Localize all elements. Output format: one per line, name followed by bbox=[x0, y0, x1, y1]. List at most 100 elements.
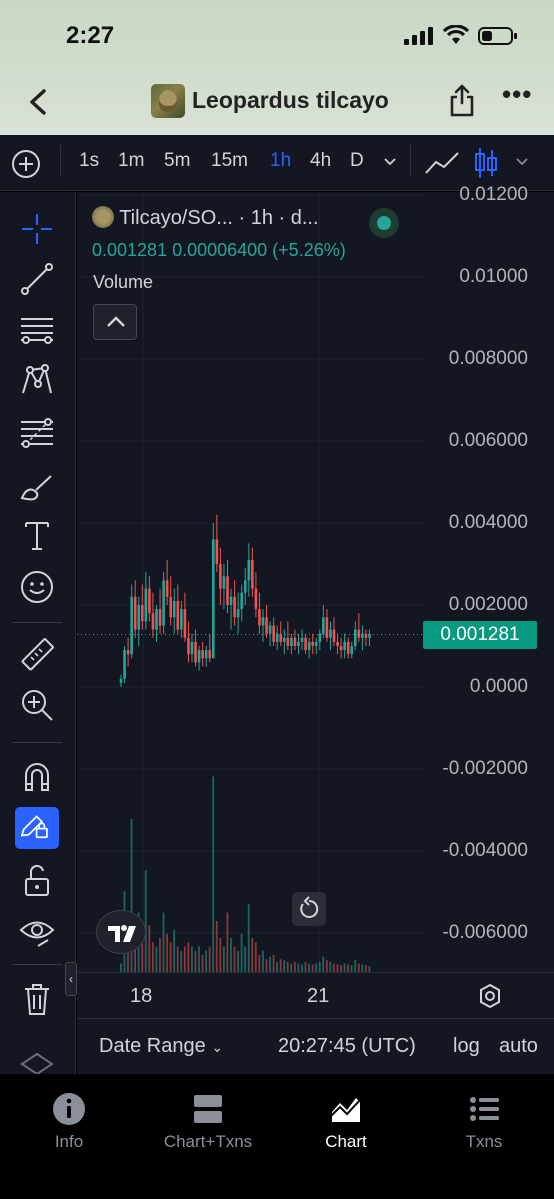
volume-bar bbox=[350, 965, 353, 972]
tab-chart-txns[interactable]: Chart+Txns bbox=[148, 1092, 268, 1152]
chevron-down-icon[interactable] bbox=[515, 156, 529, 168]
time-tick: 21 bbox=[307, 985, 330, 1007]
volume-legend[interactable]: Volume bbox=[93, 272, 153, 293]
volume-bar bbox=[262, 950, 264, 972]
volume-bar bbox=[258, 955, 261, 972]
date-range-button[interactable]: Date Range ⌄ bbox=[99, 1035, 223, 1058]
volume-bar bbox=[318, 961, 321, 972]
candle-body bbox=[201, 650, 204, 659]
page-title: Leopardus tilcayo bbox=[192, 87, 389, 113]
volume-bar bbox=[226, 912, 229, 972]
share-icon[interactable] bbox=[448, 83, 476, 117]
trend-line-icon[interactable] bbox=[18, 260, 56, 298]
collapse-legend-button[interactable] bbox=[93, 304, 137, 340]
toolbar-collapse-handle[interactable]: ‹ bbox=[65, 962, 77, 996]
add-indicator-icon[interactable] bbox=[11, 149, 41, 179]
brush-icon[interactable] bbox=[18, 466, 56, 504]
text-icon[interactable] bbox=[18, 516, 56, 554]
lock-drawings-icon[interactable] bbox=[15, 807, 59, 849]
trash-icon[interactable] bbox=[18, 980, 56, 1018]
crosshair-icon[interactable] bbox=[18, 210, 56, 248]
ruler-icon[interactable] bbox=[18, 636, 56, 674]
interval-15m[interactable]: 15m bbox=[211, 150, 248, 172]
tab-info[interactable]: Info bbox=[9, 1092, 129, 1152]
log-scale-toggle[interactable]: log bbox=[453, 1035, 480, 1058]
candle-body bbox=[304, 637, 307, 651]
candle-body bbox=[322, 617, 325, 634]
candles-icon[interactable] bbox=[472, 146, 500, 180]
candle-body bbox=[158, 609, 162, 626]
interval-1d[interactable]: D bbox=[350, 150, 364, 172]
more-icon[interactable]: ••• bbox=[502, 81, 531, 109]
candle-body bbox=[236, 609, 240, 618]
volume-bar bbox=[151, 942, 154, 972]
candle-body bbox=[314, 641, 318, 646]
fib-retracement-icon[interactable] bbox=[18, 414, 56, 452]
price-chart[interactable]: Tilcayo/SO... · 1h · d... 0.001281 0.000… bbox=[65, 184, 554, 996]
gear-icon[interactable] bbox=[477, 983, 503, 1009]
symbol-legend[interactable]: Tilcayo/SO... · 1h · d... bbox=[92, 206, 319, 230]
candle-body bbox=[180, 609, 183, 630]
candle-body bbox=[329, 629, 332, 638]
price-tick: 0.004000 bbox=[448, 512, 528, 533]
candle-body bbox=[233, 596, 236, 618]
auto-scale-toggle[interactable]: auto bbox=[499, 1035, 538, 1058]
token-logo-icon bbox=[92, 206, 114, 228]
unlock-icon[interactable] bbox=[18, 862, 56, 900]
candle-body bbox=[307, 641, 311, 651]
volume-bar bbox=[272, 955, 275, 972]
info-icon bbox=[53, 1093, 85, 1125]
layers-icon[interactable] bbox=[18, 1048, 56, 1074]
chevron-down-icon[interactable] bbox=[383, 156, 397, 168]
interval-1h[interactable]: 1h bbox=[270, 150, 291, 172]
symbol-text: Tilcayo/SO... · 1h · d... bbox=[119, 207, 319, 229]
volume-bar bbox=[301, 964, 303, 972]
line-chart-icon[interactable] bbox=[424, 148, 460, 178]
market-status-icon[interactable] bbox=[369, 208, 399, 238]
interval-5m[interactable]: 5m bbox=[164, 150, 190, 172]
volume-bar bbox=[265, 959, 268, 972]
candle-body bbox=[283, 637, 286, 642]
interval-1m[interactable]: 1m bbox=[118, 150, 144, 172]
tab-label: Chart+Txns bbox=[163, 1132, 253, 1151]
eye-icon[interactable] bbox=[18, 912, 56, 950]
candle-body bbox=[226, 576, 229, 605]
volume-bar bbox=[191, 946, 193, 972]
pattern-icon[interactable] bbox=[18, 362, 56, 400]
volume-bar bbox=[222, 946, 225, 972]
emoji-icon[interactable] bbox=[18, 568, 56, 606]
volume-bar bbox=[304, 961, 307, 972]
top-header: 2:27 Leopardus tilcayo ••• bbox=[0, 0, 554, 135]
volume-bar bbox=[198, 946, 200, 972]
candle-body bbox=[204, 650, 208, 659]
chart-icon bbox=[330, 1098, 361, 1122]
candle-body bbox=[272, 625, 275, 642]
tab-chart[interactable]: Chart bbox=[286, 1092, 406, 1152]
chevron-left-icon[interactable] bbox=[24, 85, 54, 119]
tab-bar: Info Chart+Txns Chart Txns bbox=[0, 1074, 554, 1199]
volume-bar bbox=[315, 963, 318, 972]
utc-clock[interactable]: 20:27:45 (UTC) bbox=[278, 1035, 416, 1058]
reset-chart-button[interactable] bbox=[292, 892, 326, 926]
candle-body bbox=[144, 588, 148, 622]
volume-bar bbox=[343, 963, 346, 972]
interval-1s[interactable]: 1s bbox=[79, 150, 99, 172]
volume-bar bbox=[208, 946, 211, 972]
zoom-in-icon[interactable] bbox=[18, 686, 56, 724]
volume-bar bbox=[336, 964, 339, 972]
candle-body bbox=[176, 600, 180, 630]
horizontal-lines-icon[interactable] bbox=[18, 310, 56, 348]
time-axis[interactable]: 18 21 bbox=[77, 972, 554, 1018]
candle-body bbox=[247, 559, 251, 581]
candle-body bbox=[165, 580, 169, 597]
interval-4h[interactable]: 4h bbox=[310, 150, 331, 172]
price-tick: -0.002000 bbox=[442, 758, 528, 779]
toolbar-divider bbox=[12, 742, 62, 743]
candle-body bbox=[339, 646, 343, 651]
volume-bar bbox=[329, 961, 332, 972]
tab-txns[interactable]: Txns bbox=[424, 1092, 544, 1152]
volume-bar bbox=[347, 964, 349, 972]
magnet-icon[interactable] bbox=[18, 758, 56, 796]
candle-body bbox=[251, 559, 254, 589]
tradingview-logo[interactable] bbox=[96, 910, 146, 954]
